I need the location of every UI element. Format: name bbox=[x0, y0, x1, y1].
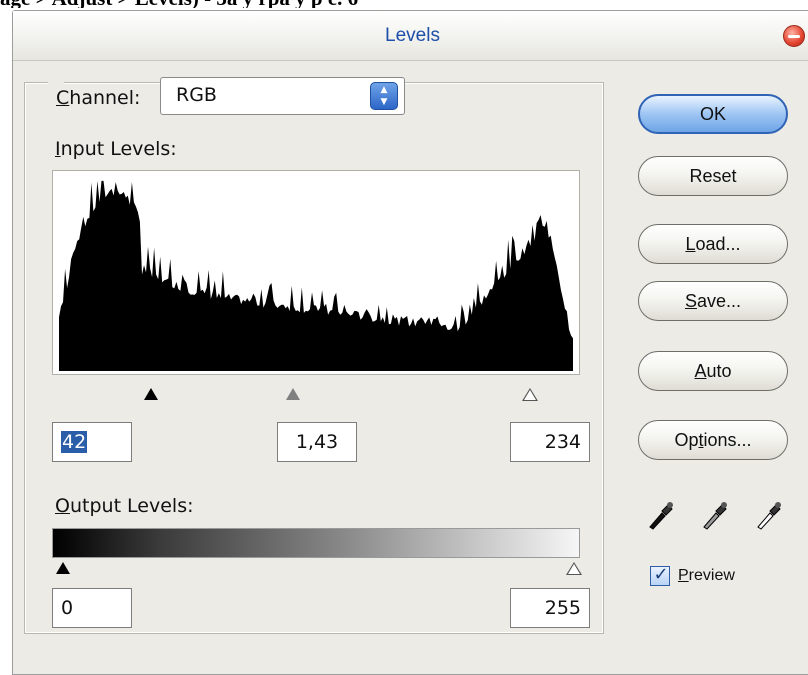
channel-select[interactable]: RGB ▲ ▼ bbox=[160, 77, 405, 115]
input-levels-slider[interactable] bbox=[54, 385, 574, 405]
output-levels-slider[interactable] bbox=[54, 560, 582, 580]
load-button[interactable]: Load... bbox=[638, 224, 788, 264]
output-levels-label: Output Levels: bbox=[55, 495, 194, 517]
black-eyedropper-icon[interactable] bbox=[646, 499, 676, 531]
ok-button[interactable]: OK bbox=[638, 94, 788, 134]
channel-label: Channel: bbox=[56, 87, 141, 109]
output-white-slider-handle[interactable] bbox=[566, 562, 582, 575]
histogram-graph bbox=[59, 180, 573, 371]
close-icon[interactable] bbox=[783, 25, 805, 47]
input-black-field[interactable]: 42 bbox=[52, 422, 132, 462]
channel-label-wrap: Channel: bbox=[48, 78, 140, 122]
input-white-field[interactable]: 234 bbox=[510, 422, 590, 462]
window-title: Levels bbox=[385, 25, 440, 46]
histogram bbox=[52, 170, 580, 375]
save-button[interactable]: Save... bbox=[638, 281, 788, 321]
output-black-field[interactable]: 0 bbox=[52, 588, 132, 628]
input-gamma-field[interactable]: 1,43 bbox=[277, 422, 357, 462]
output-levels-gradient bbox=[52, 528, 580, 558]
page-caption-fragment: age > Adjust > Levels) - 3a y rpa y p e.… bbox=[0, 0, 808, 8]
output-black-slider-handle[interactable] bbox=[56, 562, 70, 574]
checkmark-icon: ✓ bbox=[653, 564, 669, 585]
title-bar[interactable]: Levels bbox=[13, 11, 808, 61]
reset-button[interactable]: Reset bbox=[638, 156, 788, 196]
options-button[interactable]: Options... bbox=[638, 420, 788, 460]
channel-value: RGB bbox=[176, 84, 217, 106]
input-gamma-slider-handle[interactable] bbox=[286, 388, 300, 400]
preview-label: Preview bbox=[678, 567, 735, 584]
preview-checkbox[interactable]: ✓ bbox=[650, 564, 670, 586]
histogram-fill bbox=[59, 180, 573, 371]
output-white-field[interactable]: 255 bbox=[510, 588, 590, 628]
white-eyedropper-icon[interactable] bbox=[754, 499, 784, 531]
gray-eyedropper-icon[interactable] bbox=[700, 499, 730, 531]
input-black-slider-handle[interactable] bbox=[144, 388, 158, 400]
auto-button[interactable]: Auto bbox=[638, 351, 788, 391]
input-white-slider-handle[interactable] bbox=[522, 388, 538, 401]
input-levels-label: Input Levels: bbox=[55, 138, 177, 160]
spinner-arrows-icon[interactable]: ▲ ▼ bbox=[370, 82, 398, 110]
